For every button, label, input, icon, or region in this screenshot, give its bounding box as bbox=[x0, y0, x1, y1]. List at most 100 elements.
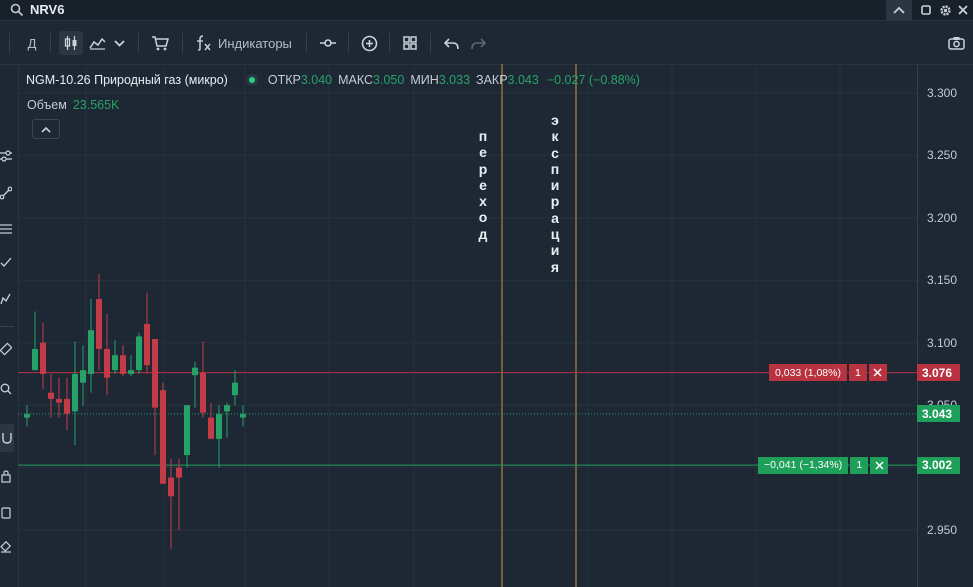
toolbar-separator bbox=[430, 33, 431, 53]
cancel-buy-order-button[interactable] bbox=[870, 456, 889, 474]
visibility-icon[interactable] bbox=[0, 506, 12, 520]
top-bar: NRV6 bbox=[0, 0, 973, 21]
candles bbox=[24, 274, 246, 549]
toolbar-separator bbox=[348, 33, 349, 53]
candle-down[interactable] bbox=[48, 392, 54, 399]
candle-up[interactable] bbox=[128, 370, 134, 374]
expiration-annotation[interactable]: экспирация bbox=[548, 112, 562, 275]
buy-order-tag[interactable]: −0,041 (−1,34%) 1 bbox=[758, 456, 889, 474]
sell-order-qty[interactable]: 1 bbox=[848, 364, 867, 382]
toolbar-separator bbox=[182, 33, 183, 53]
candle-up[interactable] bbox=[232, 382, 238, 396]
toolbar-separator bbox=[50, 33, 51, 53]
candle-up[interactable] bbox=[224, 405, 230, 412]
change-value: −0.027 (−0.88%) bbox=[546, 73, 640, 87]
candle-down[interactable] bbox=[160, 390, 166, 484]
collapse-legend-button[interactable] bbox=[32, 119, 60, 139]
magnet-tool-active[interactable] bbox=[0, 424, 14, 452]
candle-down[interactable] bbox=[56, 398, 62, 403]
screenshot-button[interactable] bbox=[945, 31, 967, 55]
order-button[interactable] bbox=[148, 31, 172, 55]
fib-levels-icon[interactable] bbox=[0, 222, 12, 236]
candle-up[interactable] bbox=[112, 355, 118, 371]
candle-down[interactable] bbox=[120, 355, 126, 374]
candle-down[interactable] bbox=[96, 299, 102, 349]
path-icon[interactable] bbox=[0, 292, 12, 306]
add-button[interactable] bbox=[358, 31, 380, 55]
open-label: ОТКР bbox=[267, 73, 301, 87]
candle-up[interactable] bbox=[184, 405, 190, 456]
collapse-header-button[interactable] bbox=[886, 0, 912, 20]
area-chart-type-button[interactable] bbox=[86, 31, 108, 55]
candle-down[interactable] bbox=[40, 342, 46, 374]
candle-down[interactable] bbox=[168, 477, 174, 497]
candle-down[interactable] bbox=[176, 467, 182, 478]
lock-icon[interactable] bbox=[0, 469, 12, 483]
plus-circle-icon bbox=[361, 35, 377, 51]
candle-up[interactable] bbox=[72, 373, 78, 412]
candle-up[interactable] bbox=[32, 348, 38, 371]
price-axis[interactable]: 3.3003.2503.2003.1503.1003.0503.0002.950 bbox=[917, 64, 973, 587]
period-selector[interactable]: Д bbox=[22, 31, 42, 55]
line-node-icon bbox=[320, 39, 336, 47]
chevron-up-icon bbox=[41, 126, 51, 133]
candle-up[interactable] bbox=[192, 367, 198, 376]
magnet-icon bbox=[2, 433, 12, 444]
camera-icon bbox=[947, 37, 965, 50]
drawing-tools-panel bbox=[0, 64, 19, 587]
cancel-sell-order-button[interactable] bbox=[868, 364, 887, 382]
close-label: ЗАКР bbox=[476, 73, 508, 87]
indicators-label: Индикаторы bbox=[218, 35, 292, 51]
settings-button[interactable] bbox=[936, 0, 954, 20]
candle-up[interactable] bbox=[240, 413, 246, 418]
ticker-search-input[interactable]: NRV6 bbox=[30, 2, 64, 17]
layout-button[interactable] bbox=[399, 31, 421, 55]
chevron-down-icon bbox=[113, 39, 125, 47]
status-dot bbox=[245, 74, 258, 86]
chart-type-dropdown[interactable] bbox=[110, 31, 128, 55]
price-chart[interactable] bbox=[18, 64, 917, 587]
check-icon[interactable] bbox=[0, 256, 12, 270]
price-axis-tick: 3.300 bbox=[927, 86, 958, 100]
candle-down[interactable] bbox=[144, 323, 150, 366]
tools-separator bbox=[0, 326, 14, 327]
ruler-icon[interactable] bbox=[0, 342, 12, 356]
redo-button[interactable] bbox=[468, 31, 488, 55]
candles-chart-type-button[interactable] bbox=[59, 31, 83, 55]
close-value: 3.043 bbox=[507, 73, 539, 87]
zoom-icon[interactable] bbox=[0, 382, 12, 396]
sell-price-label: 3.076 bbox=[917, 364, 960, 382]
sell-order-tag[interactable]: 0,033 (1,08%) 1 bbox=[769, 364, 887, 382]
candle-down[interactable] bbox=[64, 398, 70, 414]
candle-up[interactable] bbox=[136, 336, 142, 371]
candlestick-icon bbox=[64, 36, 77, 50]
candle-up[interactable] bbox=[216, 413, 222, 439]
undo-button[interactable] bbox=[441, 31, 461, 55]
candle-down[interactable] bbox=[200, 372, 206, 413]
close-widget-button[interactable] bbox=[955, 0, 971, 20]
price-axis-tick: 3.250 bbox=[927, 148, 958, 163]
transition-annotation[interactable]: переход bbox=[476, 128, 490, 242]
open-value: 3.040 bbox=[300, 73, 333, 87]
buy-order-qty[interactable]: 1 bbox=[850, 456, 869, 474]
candle-down[interactable] bbox=[104, 348, 110, 378]
price-axis-tick: 3.100 bbox=[927, 335, 958, 350]
eraser-icon[interactable] bbox=[0, 539, 12, 553]
candle-up[interactable] bbox=[88, 330, 94, 374]
search-icon bbox=[10, 3, 24, 17]
cart-icon bbox=[152, 36, 169, 51]
volume-value: 23.565K bbox=[72, 98, 120, 112]
toolbar-separator bbox=[389, 33, 390, 53]
price-axis-tick: 3.200 bbox=[927, 210, 958, 225]
candle-up[interactable] bbox=[24, 413, 30, 418]
candle-up[interactable] bbox=[80, 370, 86, 383]
close-icon bbox=[958, 5, 968, 15]
candle-down[interactable] bbox=[208, 417, 214, 439]
indicators-button[interactable]: Индикаторы bbox=[194, 31, 298, 55]
candle-down[interactable] bbox=[152, 338, 158, 408]
window-mode-button[interactable] bbox=[918, 0, 934, 20]
trend-line-icon[interactable] bbox=[0, 186, 12, 200]
chart-toolbar: Д Индикаторы bbox=[0, 21, 973, 65]
compare-button[interactable] bbox=[316, 31, 340, 55]
sliders-icon[interactable] bbox=[0, 150, 12, 164]
